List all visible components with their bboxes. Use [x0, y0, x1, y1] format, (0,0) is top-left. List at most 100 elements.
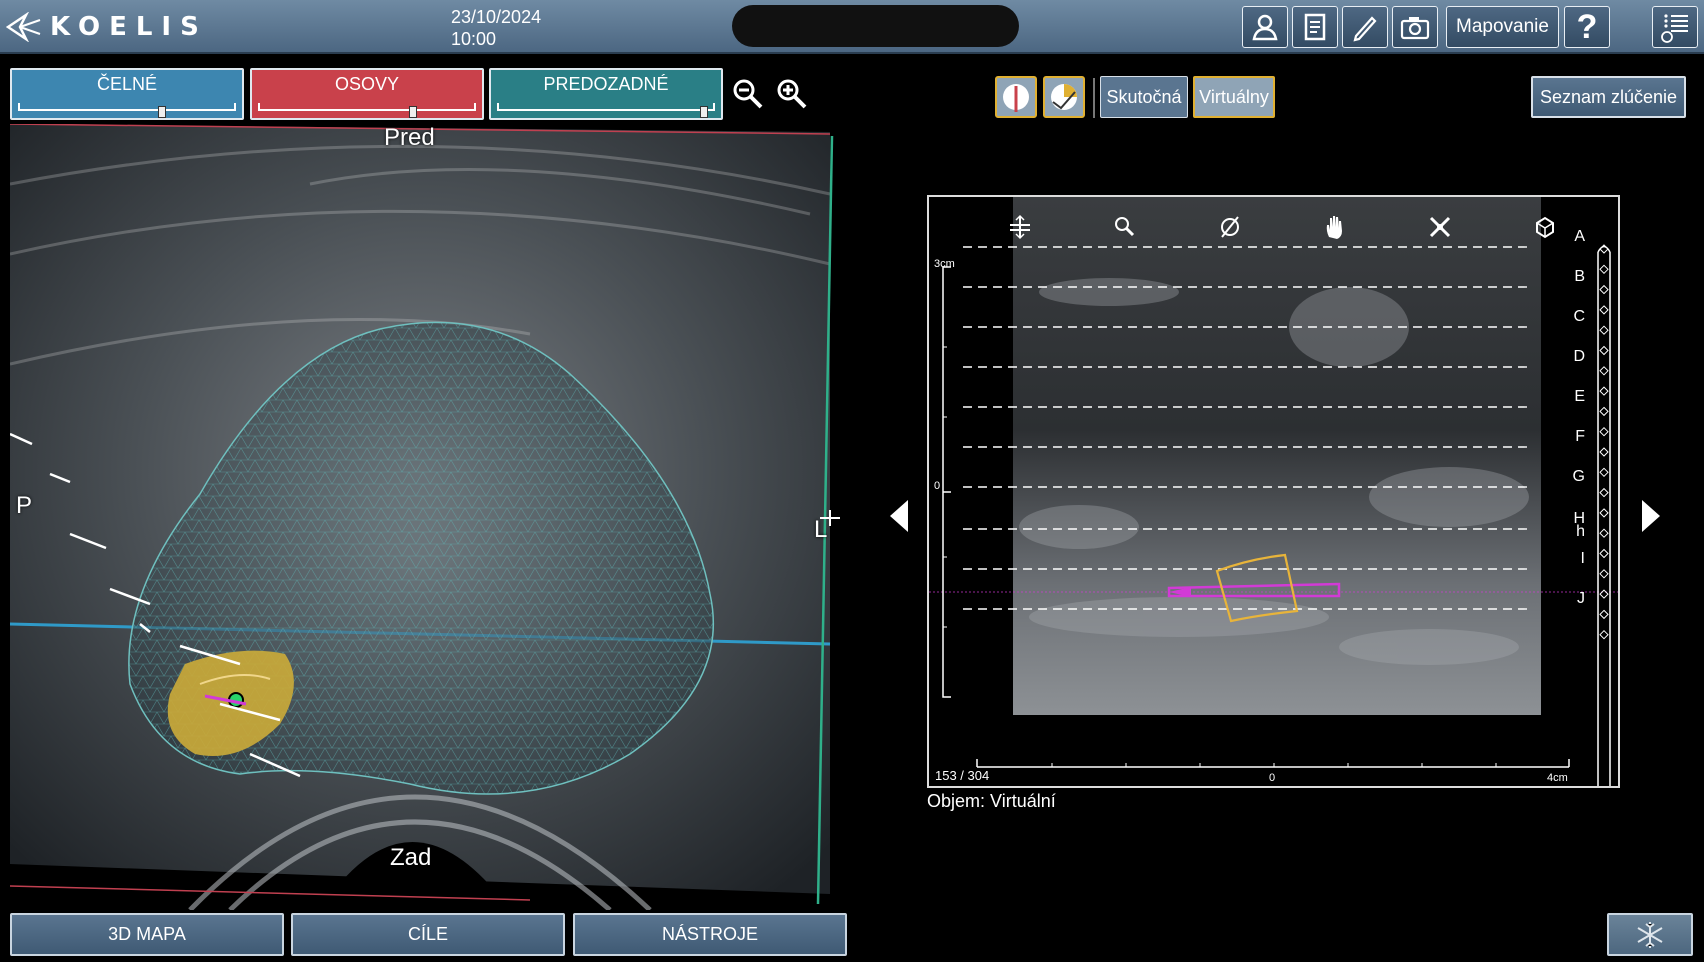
rail-marker[interactable] — [1599, 345, 1609, 356]
rail-marker[interactable] — [1599, 487, 1609, 498]
rail-marker[interactable] — [1599, 305, 1609, 315]
camera-icon — [1400, 17, 1430, 40]
sagittal-plane-slider[interactable]: PREDOZADNÉ — [489, 68, 723, 120]
virtual-volume-label: Virtuálny — [1199, 86, 1269, 107]
real-volume-toggle[interactable]: Skutočná — [1100, 76, 1188, 118]
rail-marker[interactable] — [1599, 629, 1609, 640]
rail-marker[interactable] — [1599, 406, 1609, 417]
frontal-plane-track[interactable] — [18, 103, 236, 111]
tools-label: NÁSTROJE — [661, 924, 758, 944]
row-letter[interactable]: A — [1574, 228, 1585, 246]
axial-plane-slider[interactable]: OSOVY — [250, 68, 484, 120]
needle-view-icon — [1003, 84, 1029, 112]
rail-marker[interactable] — [1599, 589, 1609, 599]
rail-marker[interactable] — [1599, 284, 1609, 295]
frame-counter: 153 / 304 — [935, 768, 990, 783]
patient-button[interactable] — [1242, 6, 1288, 48]
target-view-icon — [1051, 84, 1077, 110]
calibrate-tool-icon[interactable] — [1006, 213, 1034, 241]
rail-marker[interactable] — [1599, 264, 1609, 275]
previous-arrow-icon[interactable] — [884, 496, 914, 536]
sagittal-plane-label: PREDOZADNÉ — [543, 74, 669, 94]
freeze-button[interactable] — [1607, 913, 1693, 956]
rail-marker[interactable] — [1599, 467, 1609, 478]
rail-marker[interactable] — [1599, 609, 1609, 620]
tools-button[interactable]: NÁSTROJE — [573, 913, 847, 956]
exam-time: 10:00 — [451, 29, 497, 49]
rail-marker[interactable] — [1599, 426, 1609, 437]
sagittal-plane-thumb[interactable] — [700, 106, 709, 118]
exam-date: 23/10/2024 — [451, 7, 542, 27]
2d-sagittal-view[interactable]: ABCDEFGHhIJ 3cm 0 0 4cm 153 / 304 — [927, 195, 1620, 788]
exam-datetime: 23/10/2024 10:00 — [451, 6, 541, 50]
rail-marker[interactable] — [1599, 366, 1609, 376]
next-arrow-icon[interactable] — [1636, 496, 1666, 536]
2d-ultrasound-image[interactable] — [929, 197, 1618, 786]
rail-marker[interactable] — [1599, 508, 1609, 518]
row-letter[interactable]: E — [1574, 388, 1585, 406]
snowflake-icon — [1637, 921, 1663, 948]
row-letter[interactable]: G — [1573, 468, 1585, 486]
row-letter[interactable]: J — [1577, 590, 1585, 608]
reset-view-icon[interactable] — [1531, 213, 1559, 241]
annotate-button[interactable] — [1342, 6, 1388, 48]
zoom-in-icon[interactable] — [774, 76, 810, 112]
axial-plane-track[interactable] — [258, 103, 476, 111]
virtual-volume-toggle[interactable]: Virtuálny — [1193, 76, 1275, 118]
report-button[interactable] — [1292, 6, 1338, 48]
row-selector-rail[interactable] — [1599, 244, 1609, 640]
help-button[interactable]: ? — [1564, 6, 1610, 48]
rail-marker[interactable] — [1599, 386, 1609, 396]
koelis-logo: KOELIS — [6, 10, 208, 44]
zoom-out-icon[interactable] — [730, 76, 766, 112]
sagittal-plane-track[interactable] — [497, 103, 715, 111]
rotate-tool-icon[interactable] — [1216, 213, 1244, 241]
frontal-plane-slider[interactable]: ČELNÉ — [10, 68, 244, 120]
koelis-logo-icon — [6, 12, 41, 42]
3d-viewport[interactable]: Pred Zad P L — [10, 124, 850, 910]
scale-top-label: 3cm — [934, 258, 955, 270]
3d-map-label: 3D MAPA — [108, 924, 186, 944]
frontal-plane-thumb[interactable] — [157, 106, 166, 118]
volume-caption: Objem: Virtuální — [927, 791, 1056, 811]
rail-marker[interactable] — [1599, 325, 1609, 335]
rail-marker[interactable] — [1599, 447, 1609, 457]
x-end-label: 4cm — [1547, 772, 1568, 784]
axial-plane-label: OSOVY — [334, 74, 400, 94]
measure-tool-icon[interactable] — [1426, 213, 1454, 241]
zoom-tool-icon[interactable] — [1111, 213, 1139, 241]
document-icon — [1304, 13, 1326, 41]
x-zero-label: 0 — [1269, 772, 1276, 784]
pan-hand-icon[interactable] — [1321, 213, 1349, 241]
row-letter[interactable]: I — [1581, 550, 1585, 568]
row-letter[interactable]: D — [1573, 348, 1585, 366]
list-menu-icon — [1661, 14, 1688, 43]
real-volume-label: Skutočná — [1106, 86, 1182, 107]
rail-marker[interactable] — [1599, 528, 1609, 538]
screenshot-button[interactable] — [1392, 6, 1438, 48]
3d-map-button[interactable]: 3D MAPA — [10, 913, 284, 956]
anterior-label: Pred — [384, 124, 435, 151]
axial-plane-thumb[interactable] — [408, 106, 417, 118]
top-bar: KOELIS 23/10/2024 10:00 Mapovanie ? — [0, 0, 1704, 54]
targets-label: CÍLE — [407, 924, 449, 944]
3d-ultrasound-render[interactable] — [10, 124, 850, 910]
row-letter[interactable]: h — [1576, 523, 1585, 541]
rail-marker[interactable] — [1599, 548, 1609, 559]
toolbar-separator — [1093, 78, 1095, 118]
row-letter[interactable]: C — [1573, 308, 1585, 326]
view-mode-target[interactable] — [1043, 76, 1085, 118]
view-mode-needle[interactable] — [995, 76, 1037, 118]
help-icon: ? — [1576, 7, 1598, 46]
frontal-plane-label: ČELNÉ — [96, 74, 158, 94]
patient-info-pill[interactable] — [732, 5, 1019, 47]
mapping-button[interactable]: Mapovanie — [1446, 6, 1559, 48]
posterior-label: Zad — [390, 844, 432, 871]
row-letter[interactable]: F — [1575, 428, 1585, 446]
targets-button[interactable]: CÍLE — [291, 913, 565, 956]
menu-button[interactable] — [1652, 6, 1698, 48]
row-letter[interactable]: B — [1574, 268, 1585, 286]
merge-list-button[interactable]: Seznam zlúčenie — [1531, 76, 1686, 118]
rail-marker[interactable] — [1599, 569, 1609, 579]
pencil-icon — [1353, 16, 1377, 42]
